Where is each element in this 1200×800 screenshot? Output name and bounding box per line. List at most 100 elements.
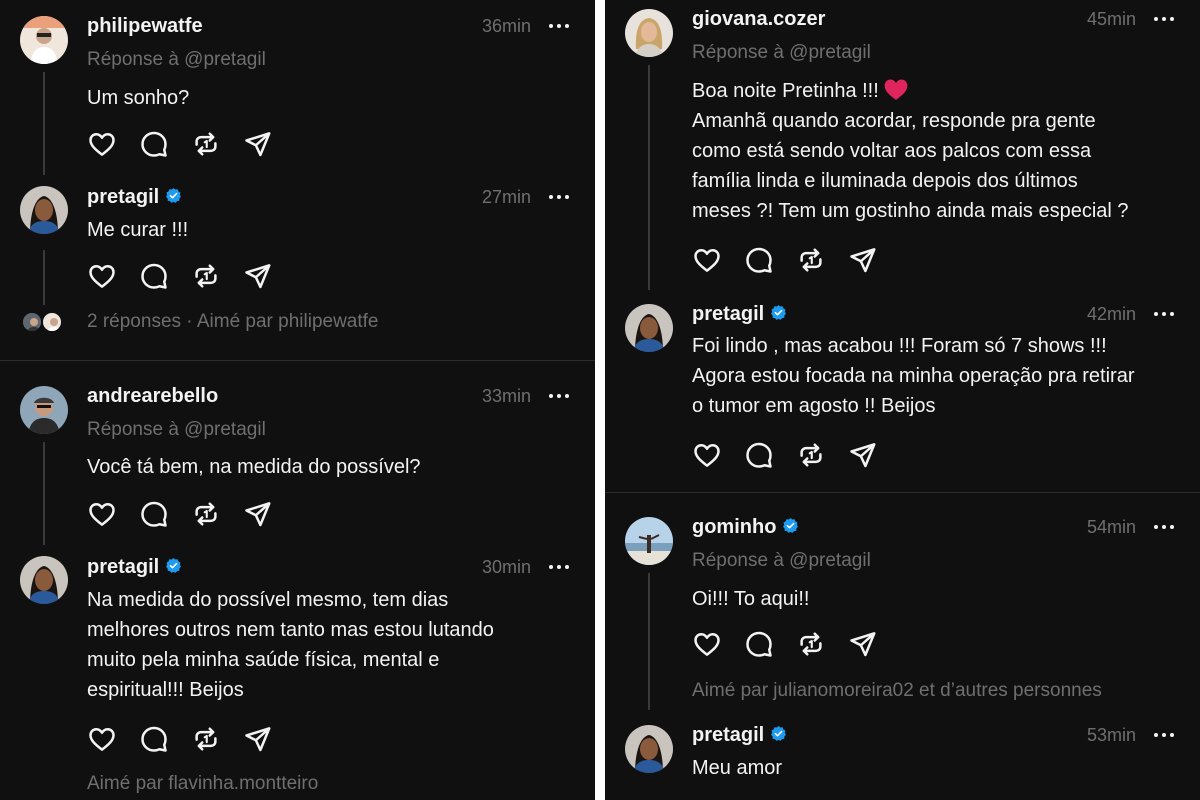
avatar[interactable] xyxy=(625,9,673,57)
send-paper-plane-icon[interactable] xyxy=(243,499,273,529)
speech-bubble-icon[interactable] xyxy=(139,129,169,159)
divider xyxy=(0,360,595,361)
send-paper-plane-icon[interactable] xyxy=(848,245,878,275)
avatar[interactable] xyxy=(625,725,673,773)
repost-arrows-icon[interactable] xyxy=(796,440,826,470)
speech-bubble-icon[interactable] xyxy=(744,440,774,470)
right-thread-panel: giovana.cozer 45min Réponse à @pretagil … xyxy=(605,0,1200,800)
avatar[interactable] xyxy=(20,556,68,604)
red-heart-emoji xyxy=(884,79,908,100)
more-horizontal-icon[interactable] xyxy=(549,391,571,401)
more-horizontal-icon[interactable] xyxy=(549,21,571,31)
username[interactable]: giovana.cozer xyxy=(692,8,825,31)
speech-bubble-icon[interactable] xyxy=(139,261,169,291)
send-paper-plane-icon[interactable] xyxy=(848,440,878,470)
reply-to-label: Réponse à @pretagil xyxy=(87,419,266,440)
reply-post[interactable]: pretagil 53min Meu amor xyxy=(605,718,1200,800)
heart-outline-icon[interactable] xyxy=(87,261,117,291)
post-text: Oi!!! To aqui!! xyxy=(692,588,810,610)
verified-badge-icon xyxy=(770,725,787,742)
more-horizontal-icon[interactable] xyxy=(1154,730,1176,740)
send-paper-plane-icon[interactable] xyxy=(243,129,273,159)
repost-arrows-icon[interactable] xyxy=(191,129,221,159)
heart-outline-icon[interactable] xyxy=(87,129,117,159)
post-text: Me curar !!! xyxy=(87,219,189,241)
replies-likes-summary[interactable]: 2 réponses · Aimé par philipewatfe xyxy=(87,311,379,333)
username[interactable]: philipewatfe xyxy=(87,15,203,38)
speech-bubble-icon[interactable] xyxy=(139,724,169,754)
thread-line xyxy=(43,250,45,305)
repost-arrows-icon[interactable] xyxy=(796,245,826,275)
timestamp: 27min xyxy=(481,187,531,207)
timestamp: 33min xyxy=(481,386,531,406)
reply-to-label: Réponse à @pretagil xyxy=(692,550,871,571)
reply-post[interactable]: andrearebello 33min Réponse à @pretagil … xyxy=(0,370,595,550)
post-text: Foi lindo , mas acabou !!! Foram só 7 sh… xyxy=(692,335,1135,417)
heart-outline-icon[interactable] xyxy=(692,245,722,275)
speech-bubble-icon[interactable] xyxy=(744,629,774,659)
left-thread-panel: philipewatfe 36min Réponse à @pretagil U… xyxy=(0,0,595,800)
avatar[interactable] xyxy=(20,186,68,234)
repost-arrows-icon[interactable] xyxy=(191,724,221,754)
repost-arrows-icon[interactable] xyxy=(191,499,221,529)
reply-to-label: Réponse à @pretagil xyxy=(87,49,266,70)
thread-line xyxy=(648,573,650,710)
username[interactable]: pretagil xyxy=(87,186,182,209)
more-horizontal-icon[interactable] xyxy=(1154,309,1176,319)
reply-to-label: Réponse à @pretagil xyxy=(692,42,871,63)
heart-outline-icon[interactable] xyxy=(692,440,722,470)
avatar[interactable] xyxy=(625,304,673,352)
reply-post[interactable]: gominho 54min Réponse à @pretagil Oi!!! … xyxy=(605,500,1200,715)
timestamp: 42min xyxy=(1086,304,1136,324)
send-paper-plane-icon[interactable] xyxy=(848,629,878,659)
username[interactable]: pretagil xyxy=(692,724,787,747)
verified-badge-icon xyxy=(165,557,182,574)
avatar[interactable] xyxy=(20,386,68,434)
replier-avatar xyxy=(41,311,63,333)
post-text: Na medida do possível mesmo, tem dias me… xyxy=(87,589,494,701)
send-paper-plane-icon[interactable] xyxy=(243,724,273,754)
verified-badge-icon xyxy=(770,304,787,321)
post-text: Boa noite Pretinha !!! Amanhã quando aco… xyxy=(692,76,1129,226)
likes-summary[interactable]: Aimé par julianomoreira02 et d’autres pe… xyxy=(692,680,1102,702)
post-text: Você tá bem, na medida do possível? xyxy=(87,456,421,478)
heart-outline-icon[interactable] xyxy=(87,724,117,754)
reply-post[interactable]: pretagil 27min Me curar !!! 2 réponses ·… xyxy=(0,180,595,350)
post-text: Meu amor xyxy=(692,757,783,779)
username[interactable]: pretagil xyxy=(692,303,787,326)
reply-post[interactable]: pretagil 30min Na medida do possível mes… xyxy=(0,550,595,800)
thread-line xyxy=(43,72,45,175)
timestamp: 36min xyxy=(481,16,531,36)
avatar[interactable] xyxy=(20,16,68,64)
thread-line xyxy=(43,442,45,545)
post-text: Um sonho? xyxy=(87,87,190,109)
more-horizontal-icon[interactable] xyxy=(1154,14,1176,24)
username[interactable]: gominho xyxy=(692,516,799,539)
verified-badge-icon xyxy=(165,187,182,204)
timestamp: 54min xyxy=(1086,517,1136,537)
reply-post[interactable]: pretagil 42min Foi lindo , mas acabou !!… xyxy=(605,298,1200,490)
speech-bubble-icon[interactable] xyxy=(139,499,169,529)
reply-post[interactable]: philipewatfe 36min Réponse à @pretagil U… xyxy=(0,0,595,180)
repost-arrows-icon[interactable] xyxy=(796,629,826,659)
timestamp: 45min xyxy=(1086,9,1136,29)
thread-line xyxy=(648,65,650,290)
divider xyxy=(605,492,1200,493)
username[interactable]: pretagil xyxy=(87,556,182,579)
heart-outline-icon[interactable] xyxy=(87,499,117,529)
verified-badge-icon xyxy=(782,517,799,534)
speech-bubble-icon[interactable] xyxy=(744,245,774,275)
timestamp: 53min xyxy=(1086,725,1136,745)
avatar[interactable] xyxy=(625,517,673,565)
reply-post[interactable]: giovana.cozer 45min Réponse à @pretagil … xyxy=(605,0,1200,290)
username[interactable]: andrearebello xyxy=(87,385,218,408)
likes-summary[interactable]: Aimé par flavinha.montteiro xyxy=(87,773,318,795)
timestamp: 30min xyxy=(481,557,531,577)
more-horizontal-icon[interactable] xyxy=(549,192,571,202)
heart-outline-icon[interactable] xyxy=(692,629,722,659)
send-paper-plane-icon[interactable] xyxy=(243,261,273,291)
repost-arrows-icon[interactable] xyxy=(191,261,221,291)
replier-avatar xyxy=(21,311,43,333)
more-horizontal-icon[interactable] xyxy=(549,562,571,572)
more-horizontal-icon[interactable] xyxy=(1154,522,1176,532)
